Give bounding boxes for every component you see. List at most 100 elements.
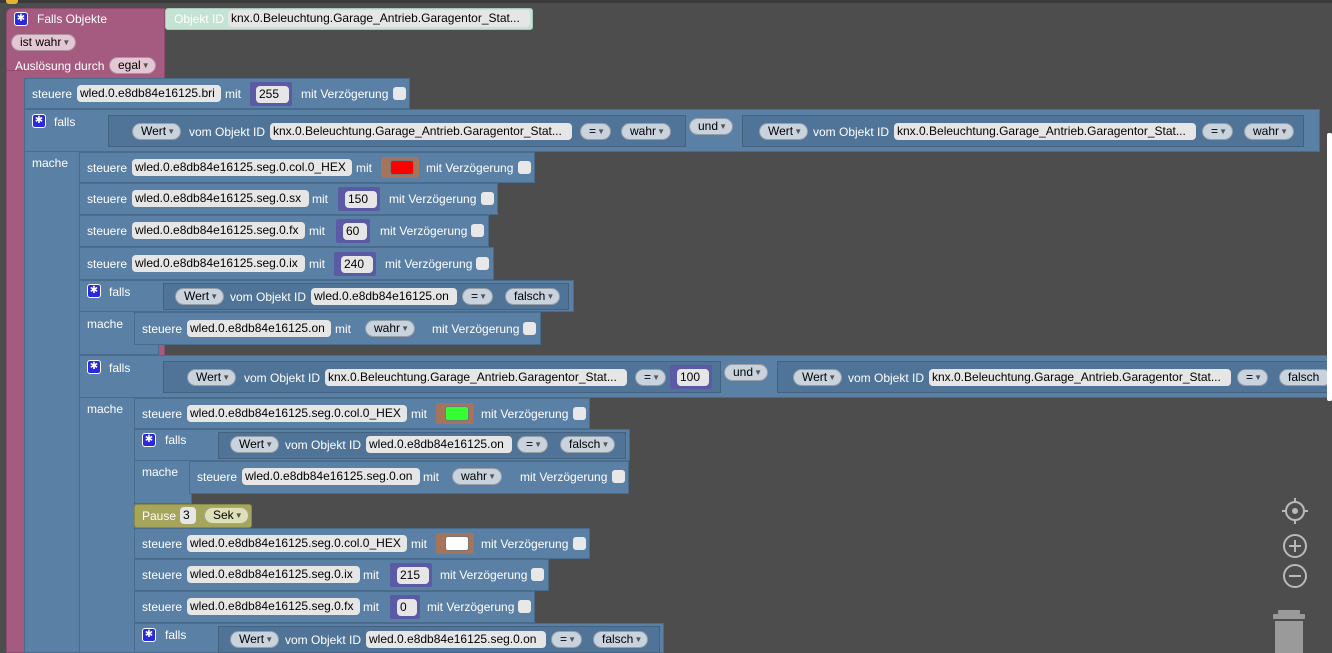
mit-label: mit bbox=[309, 257, 325, 271]
operator-dropdown[interactable]: = ▼ bbox=[551, 631, 583, 648]
boolean-dropdown[interactable]: wahr ▼ bbox=[365, 320, 416, 337]
object-id-field[interactable]: wled.0.e8db84e16125.on bbox=[311, 288, 457, 305]
delay-checkbox[interactable] bbox=[523, 322, 536, 335]
color-swatch[interactable] bbox=[445, 406, 469, 421]
gear-icon[interactable]: ✱ bbox=[87, 360, 101, 374]
number-field[interactable]: 240 bbox=[341, 256, 373, 273]
delay-checkbox[interactable] bbox=[531, 568, 544, 581]
delay-checkbox[interactable] bbox=[393, 87, 406, 100]
value-dropdown[interactable]: falsch ▼ bbox=[593, 631, 649, 648]
delay-label: mit Verzögerung bbox=[520, 470, 608, 484]
object-id-field[interactable]: knx.0.Beleuchtung.Garage_Antrieb.Garagen… bbox=[270, 123, 572, 140]
state-id-field[interactable]: wled.0.e8db84e16125.seg.0.on bbox=[242, 468, 420, 485]
delay-label: mit Verzögerung bbox=[440, 568, 528, 582]
zoom-out-icon[interactable] bbox=[1282, 563, 1308, 589]
operator-dropdown[interactable]: = ▼ bbox=[462, 288, 494, 305]
value-dropdown[interactable]: falsch ▼ bbox=[560, 436, 616, 453]
gear-icon[interactable]: ✱ bbox=[142, 628, 156, 642]
mit-label: mit bbox=[411, 537, 427, 551]
mit-label: mit bbox=[411, 407, 427, 421]
number-field[interactable]: 0 bbox=[397, 599, 417, 616]
vom-objekt-label: vom Objekt ID bbox=[285, 633, 362, 647]
state-id-field[interactable]: wled.0.e8db84e16125.seg.0.fx bbox=[187, 598, 360, 615]
operator-dropdown[interactable]: = ▼ bbox=[580, 123, 612, 140]
falls-label: falls bbox=[165, 628, 187, 642]
trash-icon[interactable] bbox=[1272, 608, 1306, 653]
value-dropdown[interactable]: falsch bbox=[1279, 369, 1332, 386]
condition-dropdown[interactable]: ist wahr ▼ bbox=[11, 34, 77, 51]
crosshair-icon[interactable] bbox=[1282, 498, 1308, 524]
value-type-dropdown[interactable]: Wert ▼ bbox=[793, 369, 843, 386]
value-type-dropdown[interactable]: Wert ▼ bbox=[759, 123, 809, 140]
mit-label: mit bbox=[309, 224, 325, 238]
state-id-field[interactable]: wled.0.e8db84e16125.seg.0.sx bbox=[132, 190, 309, 207]
state-id-field[interactable]: wled.0.e8db84e16125.seg.0.col.0_HEX bbox=[132, 159, 352, 176]
delay-checkbox[interactable] bbox=[476, 257, 489, 270]
object-id-field[interactable]: knx.0.Beleuchtung.Garage_Antrieb.Garagen… bbox=[228, 10, 530, 27]
value-dropdown[interactable]: wahr ▼ bbox=[621, 123, 672, 140]
value-type-dropdown[interactable]: Wert ▼ bbox=[230, 631, 280, 648]
delay-checkbox[interactable] bbox=[471, 224, 484, 237]
state-id-field[interactable]: wled.0.e8db84e16125.bri bbox=[77, 85, 221, 102]
operator-dropdown[interactable]: = ▼ bbox=[1202, 123, 1234, 140]
delay-checkbox[interactable] bbox=[573, 407, 586, 420]
value-type-dropdown[interactable]: Wert ▼ bbox=[230, 436, 280, 453]
object-id-field[interactable]: wled.0.e8db84e16125.on bbox=[366, 436, 512, 453]
value-type-dropdown[interactable]: Wert ▼ bbox=[132, 123, 182, 140]
mache-label: mache bbox=[142, 465, 179, 479]
zoom-in-icon[interactable] bbox=[1282, 533, 1308, 559]
value-dropdown[interactable]: wahr ▼ bbox=[1244, 123, 1295, 140]
value-type-dropdown[interactable]: Wert ▼ bbox=[187, 369, 237, 386]
state-id-field[interactable]: wled.0.e8db84e16125.seg.0.col.0_HEX bbox=[187, 405, 407, 422]
delay-checkbox[interactable] bbox=[481, 192, 494, 205]
delay-checkbox[interactable] bbox=[612, 470, 625, 483]
delay-label: mit Verzögerung bbox=[301, 87, 389, 101]
color-swatch[interactable] bbox=[390, 160, 414, 175]
state-id-field[interactable]: wled.0.e8db84e16125.seg.0.col.0_HEX bbox=[187, 535, 407, 552]
pause-label: Pause bbox=[142, 509, 177, 523]
state-id-field[interactable]: wled.0.e8db84e16125.seg.0.ix bbox=[187, 566, 360, 583]
object-id-field[interactable]: knx.0.Beleuchtung.Garage_Antrieb.Garagen… bbox=[929, 369, 1231, 386]
gear-icon[interactable]: ✱ bbox=[87, 284, 101, 298]
number-field[interactable]: 255 bbox=[256, 86, 289, 103]
trigger-dropdown[interactable]: egal ▼ bbox=[109, 57, 156, 74]
state-id-field[interactable]: wled.0.e8db84e16125.seg.0.fx bbox=[132, 222, 305, 239]
steuere-label: steuere bbox=[142, 537, 183, 551]
delay-checkbox[interactable] bbox=[518, 161, 531, 174]
delay-checkbox[interactable] bbox=[518, 600, 531, 613]
boolean-dropdown[interactable]: wahr ▼ bbox=[452, 468, 503, 485]
logic-operator-dropdown[interactable]: und ▼ bbox=[724, 364, 769, 381]
state-id-field[interactable]: wled.0.e8db84e16125.seg.0.ix bbox=[132, 255, 305, 272]
pause-value-field[interactable]: 3 bbox=[180, 507, 196, 524]
vertical-scrollbar[interactable] bbox=[1327, 133, 1332, 401]
operator-dropdown[interactable]: = ▼ bbox=[1237, 369, 1269, 386]
toolbar-tab[interactable] bbox=[6, 0, 18, 4]
number-field[interactable]: 150 bbox=[345, 191, 377, 208]
value-dropdown[interactable]: falsch ▼ bbox=[505, 288, 561, 305]
number-field[interactable]: 60 bbox=[343, 223, 367, 240]
vom-objekt-label: vom Objekt ID bbox=[285, 438, 362, 452]
value-type-dropdown[interactable]: Wert ▼ bbox=[175, 288, 225, 305]
steuere-label: steuere bbox=[142, 568, 183, 582]
delay-label: mit Verzögerung bbox=[385, 257, 473, 271]
object-id-field[interactable]: wled.0.e8db84e16125.seg.0.on bbox=[366, 631, 546, 648]
mache-label: mache bbox=[87, 402, 124, 416]
delay-label: mit Verzögerung bbox=[481, 537, 569, 551]
falls-label: falls bbox=[54, 115, 76, 129]
delay-label: mit Verzögerung bbox=[432, 322, 520, 336]
delay-checkbox[interactable] bbox=[573, 537, 586, 550]
time-unit-dropdown[interactable]: Sek ▼ bbox=[204, 507, 249, 524]
operator-dropdown[interactable]: = ▼ bbox=[517, 436, 549, 453]
state-id-field[interactable]: wled.0.e8db84e16125.on bbox=[187, 320, 331, 337]
if-block-3[interactable] bbox=[79, 355, 135, 653]
logic-operator-dropdown[interactable]: und ▼ bbox=[689, 118, 734, 135]
number-field[interactable]: 215 bbox=[397, 567, 429, 584]
gear-icon[interactable]: ✱ bbox=[14, 12, 28, 26]
object-id-field[interactable]: knx.0.Beleuchtung.Garage_Antrieb.Garagen… bbox=[894, 123, 1196, 140]
number-field[interactable]: 100 bbox=[677, 369, 709, 386]
object-id-field[interactable]: knx.0.Beleuchtung.Garage_Antrieb.Garagen… bbox=[325, 369, 627, 386]
color-swatch[interactable] bbox=[445, 536, 469, 551]
gear-icon[interactable]: ✱ bbox=[32, 114, 46, 128]
gear-icon[interactable]: ✱ bbox=[142, 433, 156, 447]
operator-dropdown[interactable]: = ▼ bbox=[635, 369, 667, 386]
